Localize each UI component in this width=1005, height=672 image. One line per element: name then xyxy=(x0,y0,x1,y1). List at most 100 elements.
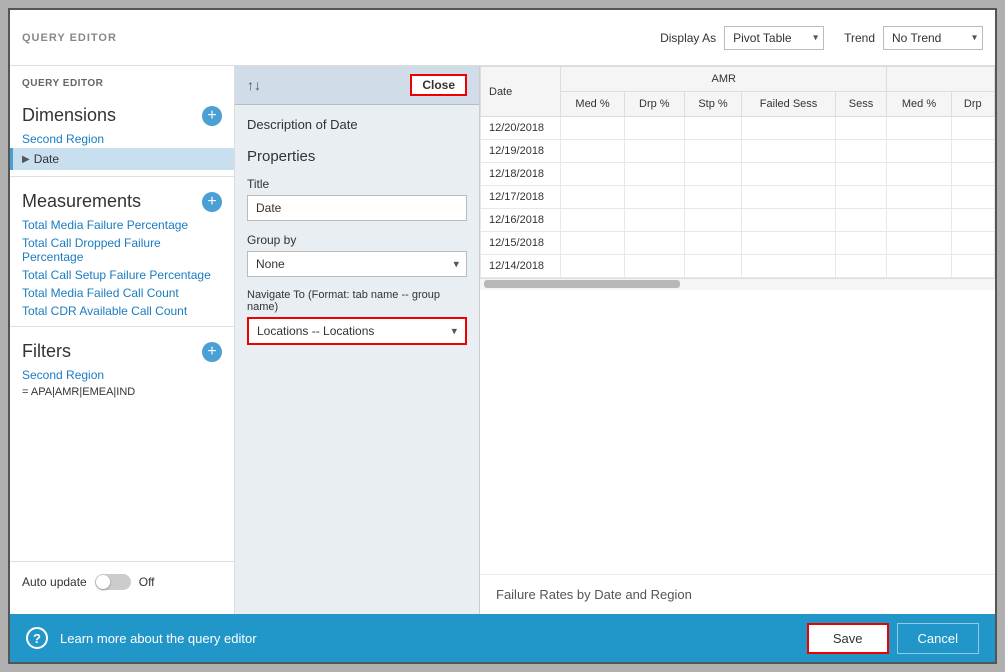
cell xyxy=(951,140,994,163)
date-cell: 12/19/2018 xyxy=(481,140,561,163)
cell xyxy=(561,209,625,232)
cell xyxy=(951,117,994,140)
sub-header-drp: Drp % xyxy=(625,92,684,117)
cell xyxy=(951,163,994,186)
group-by-select-wrapper: None xyxy=(247,251,467,277)
data-table: Date AMR Med % Drp % Stp % Failed Sess S… xyxy=(480,66,995,278)
table-row: 12/14/2018 xyxy=(481,255,995,278)
cell xyxy=(684,232,742,255)
navigate-to-form-group: Navigate To (Format: tab name -- group n… xyxy=(247,289,467,345)
cell xyxy=(684,163,742,186)
cell xyxy=(835,186,887,209)
trend-select-wrapper: No Trend xyxy=(883,26,983,50)
amr-header: AMR xyxy=(561,67,887,92)
sidebar-header: QUERY EDITOR xyxy=(10,78,234,97)
table-row: 12/17/2018 xyxy=(481,186,995,209)
date-cell: 12/16/2018 xyxy=(481,209,561,232)
measurements-label: Measurements xyxy=(22,191,141,212)
sub-header-sess: Sess xyxy=(835,92,887,117)
cell xyxy=(561,117,625,140)
cell xyxy=(684,117,742,140)
help-icon[interactable]: ? xyxy=(26,627,48,649)
right-panel: Date AMR Med % Drp % Stp % Failed Sess S… xyxy=(480,66,995,614)
middle-toolbar: ↑↓ Close xyxy=(235,66,479,105)
cell xyxy=(561,232,625,255)
date-cell: 12/14/2018 xyxy=(481,255,561,278)
sort-arrows-icon[interactable]: ↑↓ xyxy=(247,77,261,93)
cell xyxy=(887,186,951,209)
cell xyxy=(742,232,835,255)
date-cell: 12/18/2018 xyxy=(481,163,561,186)
extra-header xyxy=(887,67,995,92)
cell xyxy=(625,117,684,140)
display-as-section: Display As Pivot Table Trend No Trend xyxy=(660,26,983,50)
cell xyxy=(625,232,684,255)
sidebar-item-date-selected[interactable]: ▶ Date xyxy=(10,148,234,170)
sub-header-med: Med % xyxy=(561,92,625,117)
sidebar-item-total-call-dropped[interactable]: Total Call Dropped Failure Percentage xyxy=(10,234,234,266)
chart-title: Failure Rates by Date and Region xyxy=(480,574,995,614)
group-by-select[interactable]: None xyxy=(247,251,467,277)
sidebar-item-second-region[interactable]: Second Region xyxy=(10,130,234,148)
sub-header-med2: Med % xyxy=(887,92,951,117)
trend-select[interactable]: No Trend xyxy=(883,26,983,50)
cell xyxy=(742,255,835,278)
cell xyxy=(887,163,951,186)
divider-2 xyxy=(10,326,234,327)
cell xyxy=(742,209,835,232)
content-area: QUERY EDITOR Dimensions + Second Region … xyxy=(10,66,995,614)
cell xyxy=(835,209,887,232)
date-cell: 12/17/2018 xyxy=(481,186,561,209)
scrollbar-thumb xyxy=(484,280,680,288)
table-row: 12/20/2018 xyxy=(481,117,995,140)
cell xyxy=(835,117,887,140)
table-row: 12/15/2018 xyxy=(481,232,995,255)
navigate-to-select-wrapper: Locations -- Locations xyxy=(247,317,467,345)
cell xyxy=(625,163,684,186)
description-label: Description of Date xyxy=(247,117,467,132)
sidebar-item-total-cdr[interactable]: Total CDR Available Call Count xyxy=(10,302,234,320)
save-button[interactable]: Save xyxy=(807,623,889,654)
title-input[interactable] xyxy=(247,195,467,221)
middle-content: Description of Date Properties Title Gro… xyxy=(235,105,479,614)
middle-panel: ↑↓ Close Description of Date Properties … xyxy=(235,66,480,614)
auto-update-state: Off xyxy=(139,575,155,589)
filter-value-region: = APA|AMR|EMEA|IND xyxy=(10,384,234,400)
divider-1 xyxy=(10,176,234,177)
add-dimension-button[interactable]: + xyxy=(202,106,222,126)
sidebar-item-total-media-failed-call[interactable]: Total Media Failed Call Count xyxy=(10,284,234,302)
table-row: 12/18/2018 xyxy=(481,163,995,186)
cell xyxy=(684,140,742,163)
cell xyxy=(625,209,684,232)
cell xyxy=(561,163,625,186)
table-container[interactable]: Date AMR Med % Drp % Stp % Failed Sess S… xyxy=(480,66,995,574)
sidebar-item-total-media-failure[interactable]: Total Media Failure Percentage xyxy=(10,216,234,234)
cancel-button[interactable]: Cancel xyxy=(897,623,979,654)
table-row: 12/16/2018 xyxy=(481,209,995,232)
cell xyxy=(742,140,835,163)
cell xyxy=(951,209,994,232)
cell xyxy=(887,232,951,255)
cell xyxy=(742,117,835,140)
add-measurement-button[interactable]: + xyxy=(202,192,222,212)
sidebar-item-total-call-setup[interactable]: Total Call Setup Failure Percentage xyxy=(10,266,234,284)
display-as-select[interactable]: Pivot Table xyxy=(724,26,824,50)
cell xyxy=(887,140,951,163)
sidebar-filter-second-region[interactable]: Second Region xyxy=(10,366,234,384)
date-cell: 12/20/2018 xyxy=(481,117,561,140)
date-cell: 12/15/2018 xyxy=(481,232,561,255)
display-as-label: Display As xyxy=(660,31,716,45)
cell xyxy=(625,186,684,209)
auto-update-toggle[interactable] xyxy=(95,574,131,590)
add-filter-button[interactable]: + xyxy=(202,342,222,362)
auto-update-bar: Auto update Off xyxy=(10,561,234,602)
cell xyxy=(625,140,684,163)
sidebar: QUERY EDITOR Dimensions + Second Region … xyxy=(10,66,235,614)
dimensions-section-title: Dimensions + xyxy=(10,101,234,130)
horizontal-scrollbar[interactable] xyxy=(480,278,995,290)
close-button[interactable]: Close xyxy=(410,74,467,96)
title-label: Title xyxy=(247,177,467,191)
bottom-bar: ? Learn more about the query editor Save… xyxy=(10,614,995,662)
navigate-to-select[interactable]: Locations -- Locations xyxy=(249,319,465,343)
cell xyxy=(742,186,835,209)
